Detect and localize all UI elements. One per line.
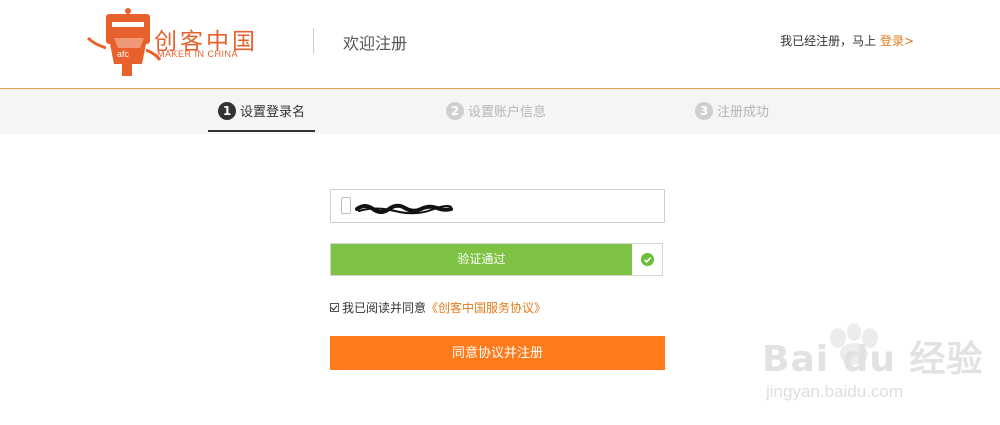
service-agreement-link[interactable]: 《创客中国服务协议》 [426,301,546,315]
step-label: 注册成功 [717,105,770,120]
step-1: 1 设置登录名 [218,101,305,120]
agree-prefix-text: 我已阅读并同意 [342,301,427,315]
check-circle-icon [641,253,654,266]
agree-checkbox[interactable] [330,303,339,312]
step-number: 3 [695,101,713,120]
step-label: 设置登录名 [240,105,306,120]
step-number: 2 [446,101,464,120]
page-title: 欢迎注册 [343,34,408,53]
slide-verify-bar[interactable]: 验证通过 [330,243,663,276]
svg-text:afc: afc [117,49,130,59]
agreement-row: 我已阅读并同意《创客中国服务协议》 [330,299,546,316]
step-2: 2 设置账户信息 [446,101,546,120]
registration-steps: 1 设置登录名 2 设置账户信息 3 注册成功 [0,89,1000,134]
phone-input[interactable] [359,190,657,222]
watermark-brand-text: Bai du 经验 [762,339,984,380]
logo-text-en: MAKER IN CHINA [157,49,239,59]
step-label: 设置账户信息 [468,105,547,120]
active-step-indicator [208,130,315,132]
site-header: afc 创客中国 MAKER IN CHINA 欢迎注册 我已经注册，马上 登录… [0,0,1000,89]
step-number: 1 [218,101,236,120]
verify-status-label: 验证通过 [331,244,632,275]
watermark-url: jingyan.baidu.com [766,382,904,401]
header-divider [313,28,314,54]
agree-and-register-button[interactable]: 同意协议并注册 [330,336,665,370]
login-link[interactable]: 登录> [880,34,914,48]
login-prompt: 我已经注册，马上 登录> [780,32,914,49]
step-3: 3 注册成功 [695,101,769,120]
already-registered-text: 我已经注册，马上 [780,34,877,48]
phone-field[interactable] [330,189,665,223]
mobile-phone-icon [341,197,351,214]
